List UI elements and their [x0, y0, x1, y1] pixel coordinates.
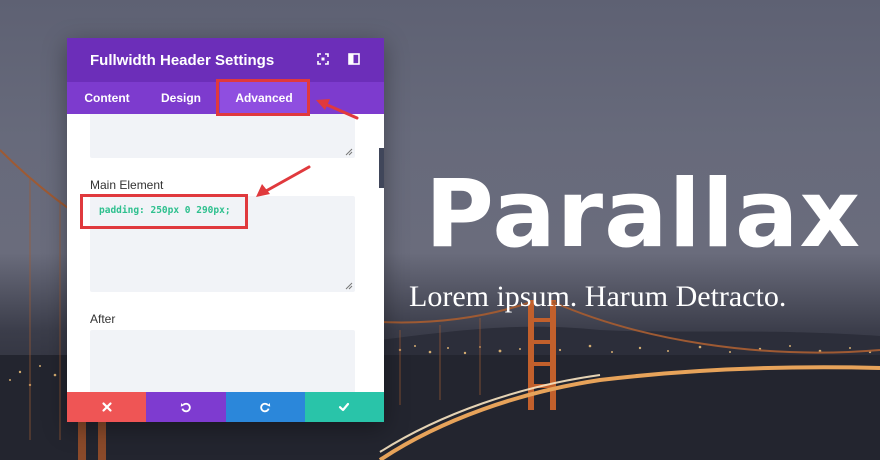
- panel-footer: [67, 392, 384, 422]
- advanced-tab-highlight-box: [216, 79, 310, 116]
- resize-handle-icon[interactable]: [345, 148, 353, 156]
- panel-body: Main Element padding: 250px 0 290px; Aft…: [67, 114, 384, 392]
- close-icon: [102, 402, 112, 412]
- check-icon: [339, 402, 350, 412]
- hero-subtitle: Lorem ipsum. Harum Detracto.: [409, 280, 787, 313]
- undo-icon: [180, 402, 191, 413]
- split-view-icon[interactable]: [347, 52, 361, 66]
- after-textarea[interactable]: [90, 330, 355, 392]
- main-element-label: Main Element: [90, 178, 164, 192]
- fullscreen-icon[interactable]: [316, 52, 330, 66]
- redo-button[interactable]: [225, 392, 305, 422]
- hero-title: Parallax: [425, 160, 862, 269]
- panel-header: Fullwidth Header Settings: [67, 38, 384, 82]
- panel-title: Fullwidth Header Settings: [90, 52, 275, 69]
- close-button[interactable]: [67, 392, 147, 422]
- css-value-highlight-box: [80, 194, 248, 229]
- scrollbar[interactable]: [379, 148, 384, 188]
- undo-button[interactable]: [146, 392, 226, 422]
- save-button[interactable]: [304, 392, 384, 422]
- before-textarea[interactable]: [90, 114, 355, 158]
- redo-icon: [260, 402, 271, 413]
- after-label: After: [90, 312, 116, 326]
- tab-design[interactable]: Design: [149, 82, 213, 114]
- resize-handle-icon[interactable]: [345, 282, 353, 290]
- tab-content[interactable]: Content: [67, 82, 145, 114]
